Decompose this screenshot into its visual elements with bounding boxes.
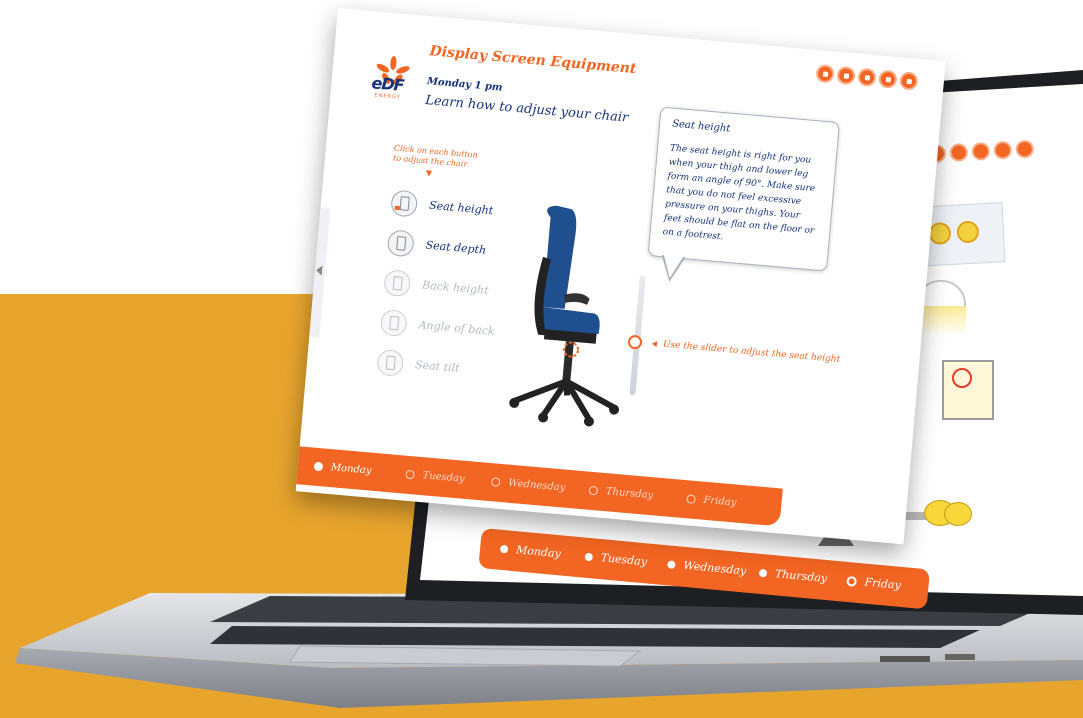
seat-tilt-button[interactable]: Seat tilt xyxy=(376,348,461,384)
radio-dot-icon xyxy=(405,469,415,480)
smiley-face-icon xyxy=(944,502,972,526)
down-arrow-icon xyxy=(425,170,433,177)
notes-icon[interactable] xyxy=(971,141,991,161)
info-bubble-text: The seat height is right for you when yo… xyxy=(662,143,816,243)
front-day-friday[interactable]: Friday xyxy=(686,493,737,509)
radio-dot-icon xyxy=(758,568,768,578)
sound-icon[interactable] xyxy=(1015,139,1035,159)
front-day-tuesday[interactable]: Tuesday xyxy=(405,469,465,485)
front-day-monday[interactable]: Monday xyxy=(313,461,372,477)
help-icon[interactable] xyxy=(836,65,856,86)
sound-icon[interactable] xyxy=(899,71,919,91)
front-day-wednesday[interactable]: Wednesday xyxy=(490,476,566,494)
lesson-title: Learn how to adjust your chair xyxy=(424,92,629,126)
seat-height-button[interactable]: Seat height xyxy=(390,189,494,226)
bubble-tail-inner xyxy=(661,254,684,279)
radio-dot-icon xyxy=(313,461,324,472)
info-bubble-title: Seat height xyxy=(671,118,731,135)
back-day-friday[interactable]: Friday xyxy=(846,574,901,592)
back-height-button[interactable]: Back height xyxy=(383,269,490,306)
angle-of-back-button[interactable]: Angle of back xyxy=(379,308,495,347)
notes-icon[interactable] xyxy=(857,67,877,88)
info-icon[interactable] xyxy=(815,63,835,84)
radio-dot-icon xyxy=(686,494,696,505)
radio-dot-icon xyxy=(499,544,509,554)
radio-dot-icon xyxy=(490,477,501,487)
eye-icon[interactable] xyxy=(928,221,952,246)
back-day-tuesday[interactable]: Tuesday xyxy=(584,550,648,568)
angle-of-back-icon xyxy=(379,308,408,338)
slider-handle[interactable] xyxy=(627,334,643,350)
seat-height-icon xyxy=(390,189,419,218)
back-height-icon xyxy=(383,269,412,298)
monitor-illustration xyxy=(942,360,994,420)
radio-dot-icon xyxy=(846,575,858,587)
slider-hint: Use the slider to adjust the seat height xyxy=(652,339,840,365)
seat-depth-icon xyxy=(386,229,415,258)
seat-tilt-icon xyxy=(376,348,405,377)
print-icon[interactable] xyxy=(878,69,898,89)
front-day-thursday[interactable]: Thursday xyxy=(588,485,654,501)
help-icon[interactable] xyxy=(949,143,969,162)
info-bubble: Seat height The seat height is right for… xyxy=(647,106,840,272)
radio-dot-icon xyxy=(588,485,599,496)
page-subtitle: Monday 1 pm xyxy=(426,76,503,94)
back-day-wednesday[interactable]: Wednesday xyxy=(667,557,747,578)
office-chair-illustration xyxy=(509,205,620,427)
instructions-text: Click on each button to adjust the chair xyxy=(392,143,479,169)
page-title: Display Screen Equipment xyxy=(428,43,638,78)
chair-adjust-panel: eDF ENERGY Display Screen Equipment Mond… xyxy=(295,8,946,545)
radio-dot-icon xyxy=(584,552,594,562)
seat-depth-button[interactable]: Seat depth xyxy=(386,229,487,265)
print-icon[interactable] xyxy=(993,140,1013,160)
pen-icon[interactable] xyxy=(956,220,980,244)
back-day-thursday[interactable]: Thursday xyxy=(758,566,828,585)
back-day-monday[interactable]: Monday xyxy=(499,542,561,560)
monitor-target-icon[interactable] xyxy=(952,368,972,388)
radio-dot-icon xyxy=(667,560,676,570)
top-toolbar xyxy=(815,63,936,96)
